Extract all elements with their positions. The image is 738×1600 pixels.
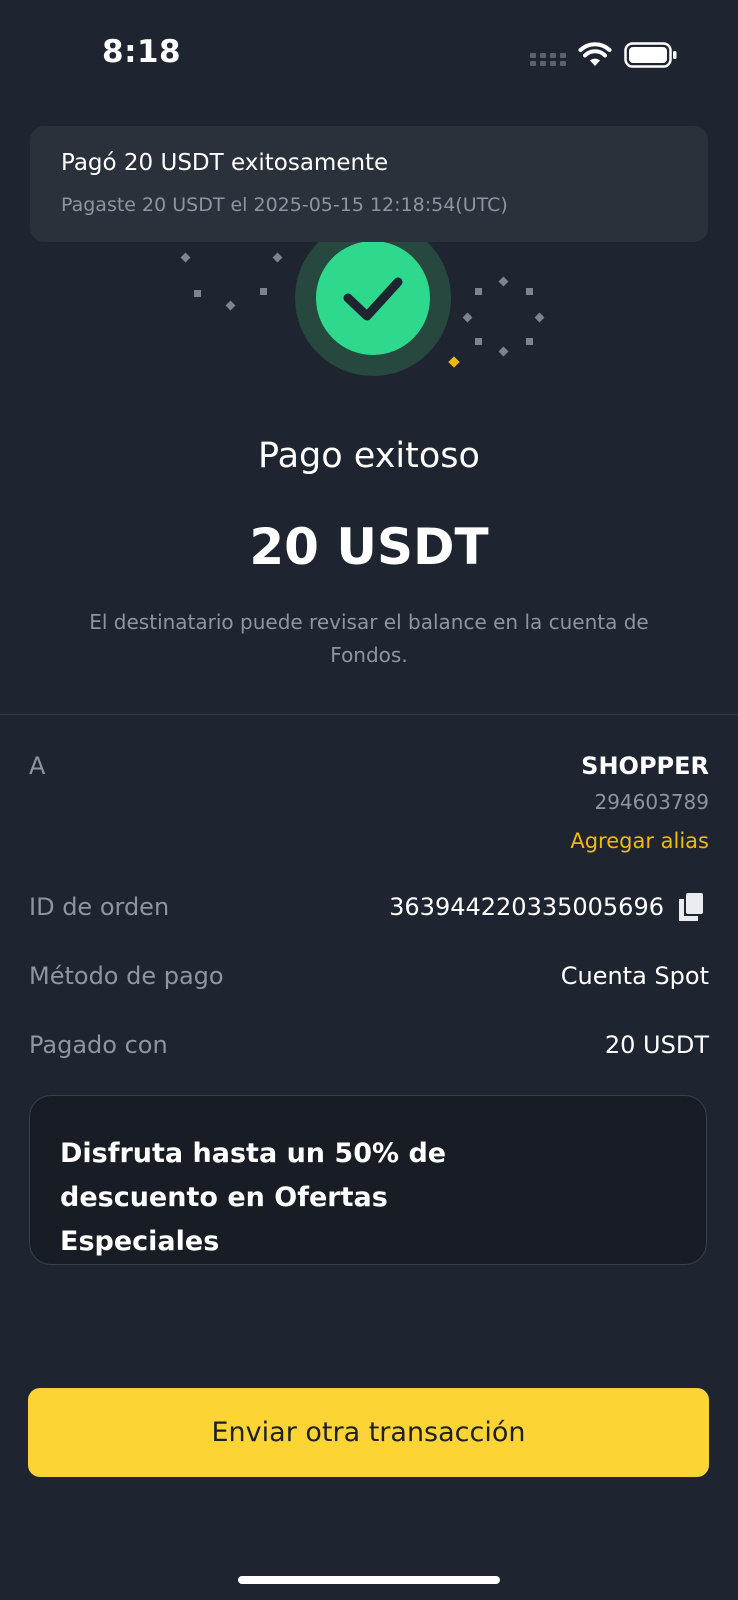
notification-title: Pagó 20 USDT exitosamente [61, 150, 389, 176]
result-description: El destinatario puede revisar el balance… [89, 610, 649, 667]
success-illustration [180, 242, 545, 376]
add-alias-link[interactable]: Agregar alias [570, 829, 709, 853]
status-time: 8:18 [102, 34, 182, 70]
home-indicator [238, 1576, 500, 1584]
confetti-yellow [448, 356, 460, 368]
recipient-label: A [29, 752, 46, 780]
result-amount: 20 USDT [249, 518, 489, 576]
confetti-right [462, 276, 545, 357]
send-another-transaction-button[interactable]: Enviar otra transacción [28, 1388, 709, 1477]
promo-banner[interactable]: Disfruta hasta un 50% de descuento en Of… [29, 1095, 707, 1265]
confetti-left [180, 252, 283, 311]
payment-method-value: Cuenta Spot [560, 962, 709, 990]
result-title: Pago exitoso [258, 436, 480, 476]
wifi-icon [578, 42, 612, 66]
status-bar: 8:18 [0, 0, 738, 100]
recipient-name: SHOPPER [581, 752, 709, 780]
cellular-signal-icon [530, 53, 566, 66]
copy-icon[interactable] [679, 893, 703, 921]
promo-text: Disfruta hasta un 50% de descuento en Of… [60, 1138, 447, 1257]
battery-icon [624, 42, 677, 68]
payment-notification[interactable]: Pagó 20 USDT exitosamente Pagaste 20 USD… [30, 126, 708, 242]
section-divider [0, 714, 738, 715]
order-id-label: ID de orden [29, 893, 170, 921]
paid-with-label: Pagado con [29, 1031, 168, 1059]
order-id-value: 363944220335005696 [389, 893, 664, 921]
paid-with-value: 20 USDT [604, 1031, 709, 1059]
payment-method-label: Método de pago [29, 962, 224, 990]
notification-subtitle: Pagaste 20 USDT el 2025-05-15 12:18:54(U… [61, 194, 508, 216]
recipient-id: 294603789 [594, 790, 709, 814]
